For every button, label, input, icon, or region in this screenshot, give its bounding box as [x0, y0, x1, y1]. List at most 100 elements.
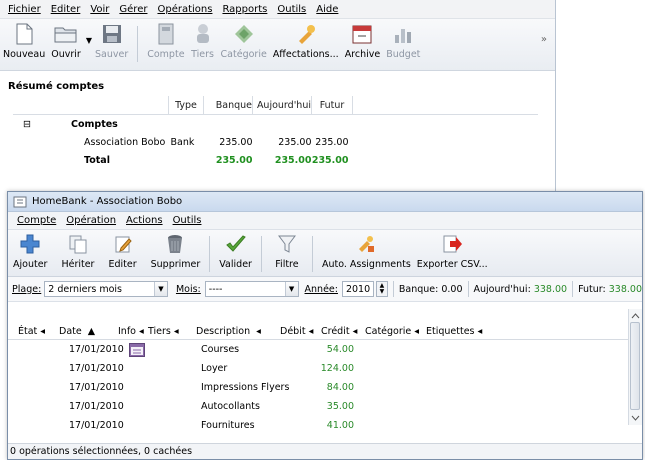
toolbar-separator [311, 236, 313, 272]
account-menubar: Compte Opération Actions Outils [8, 212, 642, 230]
vertical-scrollbar[interactable] [628, 309, 642, 425]
sauver-button[interactable]: Sauver [92, 22, 131, 60]
futur-status: Futur: 338.00 [578, 283, 642, 295]
summary-col-aujourdhui[interactable]: Aujourd'hui [252, 96, 312, 115]
summary-header-row: Type Banque Aujourd'hui Futur [13, 96, 538, 115]
mois-value: ---- [208, 283, 223, 295]
row-credit: 41.00 [326, 420, 354, 431]
summary-col-banque[interactable]: Banque [203, 96, 253, 115]
filtre-button[interactable]: Filtre [272, 232, 302, 270]
row-date: 17/01/2010 [69, 382, 124, 393]
summary-col-futur[interactable]: Futur [311, 96, 353, 115]
col-credit[interactable]: Crédit ◂ [321, 326, 357, 337]
menu-outils[interactable]: Outils [272, 4, 311, 15]
summary-col-type[interactable]: Type [168, 96, 204, 115]
editer-label: Editer [108, 259, 137, 270]
add-icon [18, 232, 42, 256]
summary-group-row[interactable]: ⊟ Comptes [13, 115, 538, 134]
checkmark-icon [224, 232, 248, 256]
summary-total-row: Total 235.00 235.00 235.00 [13, 151, 538, 169]
editer-button[interactable]: Editer [105, 232, 139, 270]
col-info[interactable]: Info ◂ [118, 326, 144, 337]
group-name: Comptes [71, 118, 118, 130]
row-date: 17/01/2010 [69, 401, 124, 412]
summary-account-row[interactable]: Association Bobo Bank 235.00 235.00 235.… [13, 133, 538, 151]
filter-separator [572, 281, 574, 297]
ajouter-button[interactable]: Ajouter [10, 232, 50, 270]
operation-row[interactable]: 17/01/2010 Fournitures 41.00 [8, 416, 642, 435]
menu-operation[interactable]: Opération [61, 215, 121, 226]
payee-icon [191, 22, 215, 46]
supprimer-button[interactable]: Supprimer [148, 232, 204, 270]
row-date: 17/01/2010 [69, 363, 124, 374]
edit-icon [111, 232, 135, 256]
archive-button[interactable]: Archive [342, 22, 384, 60]
mois-dropdown-icon[interactable]: ▼ [284, 282, 298, 296]
assignment-icon [294, 22, 318, 46]
valider-button[interactable]: Valider [216, 232, 255, 270]
compte-button[interactable]: Compte [144, 22, 187, 60]
aujourdhui-status: Aujourd'hui: 338.00 [473, 283, 568, 295]
account-name: Association Bobo [84, 136, 166, 148]
calendar-icon [129, 342, 145, 360]
tiers-button[interactable]: Tiers [188, 22, 218, 60]
operations-header: État ◂ Date ▲ Info ◂ Tiers ◂ Description… [8, 323, 642, 340]
scroll-down-icon[interactable] [630, 413, 641, 423]
export-icon [440, 232, 464, 256]
auto-assignments-button[interactable]: Auto. Assignments [319, 232, 414, 270]
operation-row[interactable]: 17/01/2010 Loyer 124.00 [8, 359, 642, 378]
operation-row[interactable]: 17/01/2010 Autocollants 35.00 [8, 397, 642, 416]
col-date[interactable]: Date ▲ [59, 326, 95, 337]
mois-select[interactable]: ---- ▼ [204, 281, 299, 297]
filter-icon [275, 232, 299, 256]
col-debit[interactable]: Débit ◂ [280, 326, 313, 337]
menu-operations[interactable]: Opérations [152, 4, 217, 15]
total-aujourdhui: 235.00 [274, 154, 312, 166]
menu-fichier[interactable]: Fichier [3, 4, 46, 15]
budget-icon [391, 22, 415, 46]
menu-outils-account[interactable]: Outils [168, 215, 207, 226]
plage-select[interactable]: 2 derniers mois ▼ [44, 281, 168, 297]
operation-row[interactable]: 17/01/2010 Impressions Flyers 84.00 [8, 378, 642, 397]
exporter-csv-button[interactable]: Exporter CSV... [414, 232, 491, 270]
ajouter-label: Ajouter [13, 259, 48, 270]
categorie-button[interactable]: Catégorie [218, 22, 270, 60]
row-description: Fournitures [201, 420, 255, 431]
banque-status: Banque: 0.00 [398, 283, 463, 295]
col-tiers[interactable]: Tiers ◂ [148, 326, 179, 337]
col-etat[interactable]: État ◂ [18, 326, 45, 337]
menu-editer[interactable]: Editer [46, 4, 86, 15]
nouveau-button[interactable]: Nouveau [0, 22, 48, 60]
operation-row[interactable]: 17/01/2010 Courses 54.00 [8, 340, 642, 359]
ouvrir-button[interactable]: Ouvrir [48, 22, 84, 60]
operations-list: État ◂ Date ▲ Info ◂ Tiers ◂ Description… [8, 323, 642, 441]
group-toggle-icon[interactable]: ⊟ [13, 115, 63, 134]
annee-spin-input[interactable]: 2010 [341, 281, 374, 297]
row-description: Impressions Flyers [201, 382, 290, 393]
menu-gerer[interactable]: Gérer [114, 4, 152, 15]
scrollbar-thumb[interactable] [630, 322, 640, 410]
col-etiquettes[interactable]: Etiquettes ◂ [426, 326, 482, 337]
affectations-button[interactable]: Affectations... [270, 22, 342, 60]
inherit-icon [66, 232, 90, 256]
menu-actions[interactable]: Actions [121, 215, 168, 226]
plage-dropdown-icon[interactable]: ▼ [153, 282, 167, 296]
plage-value: 2 derniers mois [48, 283, 122, 295]
scroll-up-icon[interactable] [630, 311, 641, 321]
account-banque: 235.00 [219, 136, 253, 148]
toolbar-overflow-icon[interactable]: » [541, 34, 547, 45]
budget-button[interactable]: Budget [383, 22, 423, 60]
category-icon [232, 22, 256, 46]
menu-compte[interactable]: Compte [12, 215, 61, 226]
col-categorie[interactable]: Catégorie ◂ [365, 326, 419, 337]
menu-rapports[interactable]: Rapports [217, 4, 272, 15]
annee-spinner-icon[interactable]: ▲ ▼ [375, 281, 388, 297]
col-description[interactable]: Description ◂ [196, 326, 261, 337]
window-titlebar[interactable]: HomeBank - Association Bobo [8, 192, 642, 212]
filter-bar: Plage: 2 derniers mois ▼ Mois: ---- ▼ An… [8, 277, 642, 302]
menu-voir[interactable]: Voir [85, 4, 114, 15]
heriter-button[interactable]: Hériter [58, 232, 97, 270]
mois-label: Mois: [175, 283, 201, 295]
account-icon [154, 22, 178, 46]
menu-aide[interactable]: Aide [311, 4, 343, 15]
